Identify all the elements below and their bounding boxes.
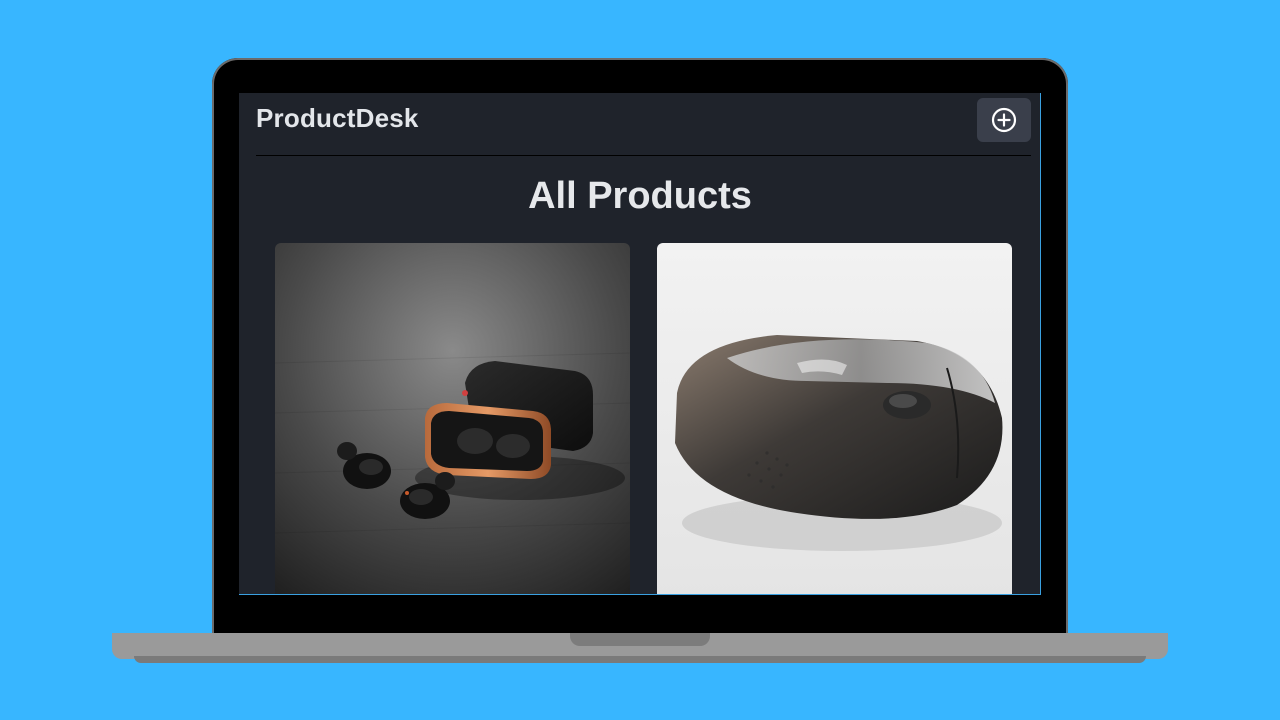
app-header: ProductDesk: [256, 93, 1031, 156]
plus-circle-icon: [991, 107, 1017, 133]
stage: ProductDesk All Products: [0, 0, 1280, 720]
brand-title[interactable]: ProductDesk: [256, 103, 419, 134]
laptop-base-shadow: [134, 656, 1146, 663]
add-product-button[interactable]: [977, 98, 1031, 142]
laptop-notch: [570, 633, 710, 646]
app-window: ProductDesk All Products: [239, 93, 1041, 595]
product-card[interactable]: [657, 243, 1012, 594]
earbuds-image: [275, 243, 630, 594]
mouse-image: [657, 243, 1012, 594]
page-title: All Products: [528, 175, 752, 217]
product-card[interactable]: [275, 243, 630, 594]
